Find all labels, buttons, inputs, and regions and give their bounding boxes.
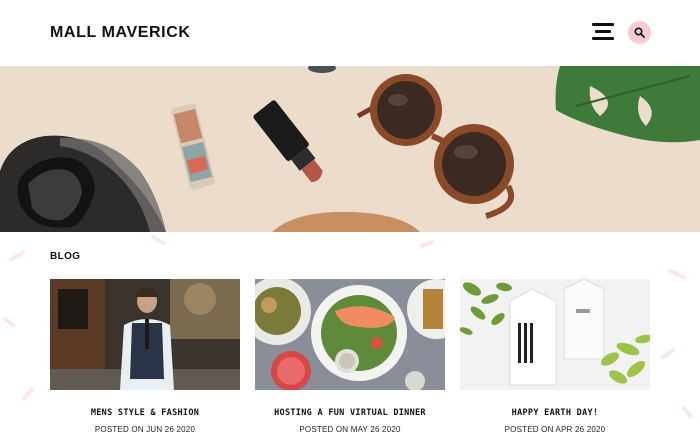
- hero-banner-image: [0, 66, 700, 232]
- menu-line: [592, 37, 614, 40]
- section-title-blog: BLOG: [50, 251, 81, 262]
- search-icon: [634, 27, 645, 38]
- post-thumbnail-mens-style[interactable]: [50, 279, 240, 390]
- blog-card[interactable]: MENS STYLE & FASHION POSTED ON JUN 26 20…: [50, 279, 240, 434]
- hamburger-menu-icon[interactable]: [592, 23, 614, 41]
- post-date: POSTED ON MAY 26 2020: [299, 425, 401, 434]
- menu-line: [592, 23, 614, 26]
- blog-card[interactable]: HAPPY EARTH DAY! POSTED ON APR 26 2020: [460, 279, 650, 434]
- blog-card[interactable]: HOSTING A FUN VIRTUAL DINNER POSTED ON M…: [255, 279, 445, 434]
- site-logo[interactable]: MALL MAVERICK: [50, 24, 191, 42]
- menu-line: [595, 30, 611, 33]
- search-button[interactable]: [628, 21, 651, 44]
- post-date: POSTED ON APR 26 2020: [504, 425, 606, 434]
- post-thumbnail-earth-day[interactable]: [460, 279, 650, 390]
- post-title[interactable]: HOSTING A FUN VIRTUAL DINNER: [255, 408, 445, 418]
- post-title[interactable]: HAPPY EARTH DAY!: [460, 408, 650, 418]
- site-header: MALL MAVERICK: [0, 0, 700, 66]
- post-title[interactable]: MENS STYLE & FASHION: [50, 408, 240, 418]
- post-thumbnail-virtual-dinner[interactable]: [255, 279, 445, 390]
- post-date: POSTED ON JUN 26 2020: [94, 425, 196, 434]
